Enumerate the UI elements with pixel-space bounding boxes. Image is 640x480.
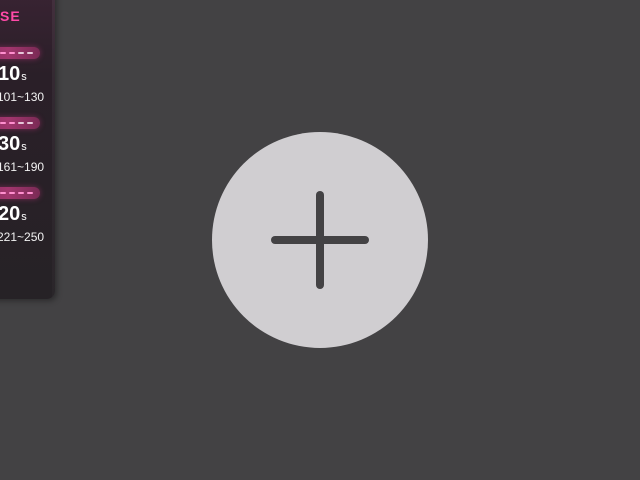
dash bbox=[27, 52, 33, 54]
level-duration-unit: s bbox=[21, 141, 27, 153]
plus-icon bbox=[271, 191, 369, 289]
add-button[interactable] bbox=[212, 132, 428, 348]
level-duration-unit: s bbox=[21, 211, 27, 223]
screen: SE 10s 101~130 30s 161~190 20s 221~250 bbox=[0, 0, 640, 480]
level-range: 161~190 bbox=[0, 160, 45, 174]
level-duration: 20s bbox=[0, 203, 27, 226]
dash bbox=[18, 52, 24, 54]
dash bbox=[0, 52, 6, 54]
level-bar bbox=[0, 117, 40, 129]
dash-indicator bbox=[0, 52, 33, 54]
dash-indicator bbox=[0, 122, 33, 124]
dash bbox=[9, 52, 15, 54]
dash bbox=[0, 192, 6, 194]
level-duration-value: 20 bbox=[0, 203, 21, 225]
dash bbox=[9, 122, 15, 124]
level-range: 101~130 bbox=[0, 90, 45, 104]
dash-indicator bbox=[0, 192, 33, 194]
level-item[interactable]: 30s 161~190 bbox=[0, 117, 55, 177]
dash bbox=[18, 192, 24, 194]
level-bar bbox=[0, 187, 40, 199]
level-duration-unit: s bbox=[21, 71, 27, 83]
level-bar bbox=[0, 47, 40, 59]
dash bbox=[27, 122, 33, 124]
dash bbox=[9, 192, 15, 194]
level-item[interactable]: 10s 101~130 bbox=[0, 47, 55, 107]
dash bbox=[27, 192, 33, 194]
level-duration-value: 10 bbox=[0, 63, 21, 85]
level-panel: SE 10s 101~130 30s 161~190 20s 221~250 bbox=[0, 0, 55, 299]
panel-header: SE bbox=[0, 8, 21, 24]
dash bbox=[0, 122, 6, 124]
level-duration: 30s bbox=[0, 133, 27, 156]
dash bbox=[18, 122, 24, 124]
level-duration: 10s bbox=[0, 63, 27, 86]
level-duration-value: 30 bbox=[0, 133, 21, 155]
level-item[interactable]: 20s 221~250 bbox=[0, 187, 55, 247]
level-range: 221~250 bbox=[0, 230, 45, 244]
